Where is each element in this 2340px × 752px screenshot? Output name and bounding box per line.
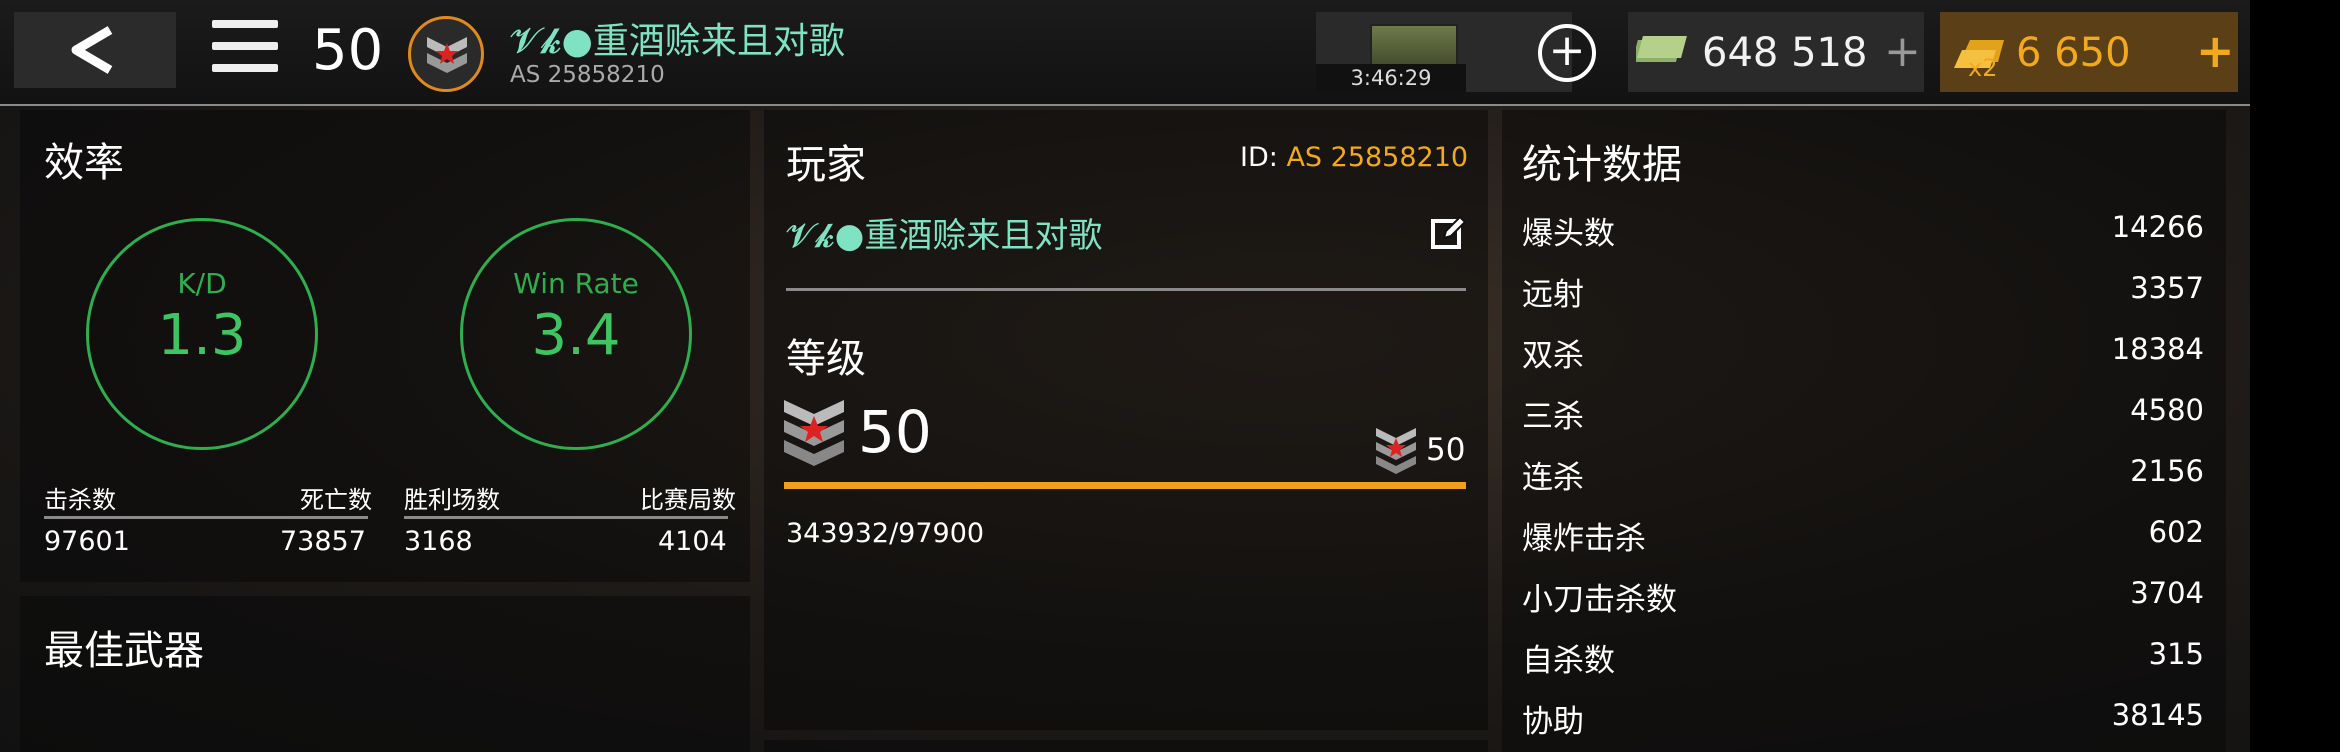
kd-value: 1.3 (157, 303, 247, 368)
stat-value: 602 (2148, 515, 2204, 549)
crate-timer: 3:46:29 (1316, 64, 1466, 92)
stat-row: 三杀 4580 (1522, 383, 2204, 444)
xp-text: 343932/97900 (786, 518, 985, 549)
player-level: 50 (312, 18, 384, 83)
stat-label: 连杀 (1522, 460, 1584, 496)
stat-row: 连杀 2156 (1522, 444, 2204, 505)
gold-widget[interactable]: x2 6 650 + (1940, 12, 2238, 92)
crate-widget[interactable]: 3:46:29 + (1316, 12, 1596, 92)
rank-badge-icon[interactable] (408, 16, 484, 92)
kills-value: 97601 (44, 526, 130, 557)
player-id-line: ID: AS 25858210 (1240, 142, 1468, 173)
stat-value: 4580 (2130, 393, 2204, 427)
efficiency-title: 效率 (44, 140, 124, 186)
winrate-value: 3.4 (531, 303, 621, 368)
stat-value: 315 (2148, 637, 2204, 671)
id-prefix: ID: (1240, 142, 1278, 173)
matches-value: 4104 (658, 526, 727, 557)
stat-row: 双杀 18384 (1522, 322, 2204, 383)
screen-edge (2250, 0, 2340, 752)
winrate-label: Win Rate (513, 267, 639, 300)
cash-widget[interactable]: 648 518 + (1628, 12, 1924, 92)
stat-label: 远射 (1522, 277, 1584, 313)
stat-value: 18384 (2111, 332, 2204, 366)
matches-label: 比赛局数 (640, 486, 736, 514)
rank-title: 等级 (786, 336, 866, 382)
level-progress-bar (784, 482, 1466, 489)
wins-label: 胜利场数 (404, 486, 500, 514)
stat-label: 自杀数 (1522, 643, 1615, 679)
kills-label: 击杀数 (44, 486, 116, 514)
back-button[interactable] (14, 12, 176, 88)
id-value: AS 25858210 (1286, 142, 1469, 173)
stat-row: 协助 38145 (1522, 688, 2204, 749)
cash-icon (1636, 36, 1687, 62)
stat-label: 爆炸击杀 (1522, 521, 1646, 557)
rank-insignia-icon (784, 400, 844, 466)
add-cash-button[interactable]: + (1884, 26, 1921, 77)
winrate-ring: Win Rate 3.4 (460, 218, 692, 450)
kd-label: K/D (177, 267, 227, 300)
player-title: 玩家 (786, 142, 866, 188)
gold-multiplier: x2 (1968, 54, 1998, 82)
stat-row: 爆头数 14266 (1522, 200, 2204, 261)
edit-icon[interactable] (1430, 214, 1466, 250)
gold-value: 6 650 (2016, 30, 2131, 76)
stat-label: 爆头数 (1522, 216, 1615, 252)
rank-level: 50 (858, 398, 932, 466)
player-id: AS 25858210 (510, 62, 665, 88)
stat-label: 协助 (1522, 704, 1584, 740)
stat-value: 38145 (2111, 698, 2204, 732)
cash-value: 648 518 (1702, 30, 1868, 76)
stats-title: 统计数据 (1522, 142, 1682, 188)
add-gold-button[interactable]: + (2196, 24, 2235, 78)
stat-value: 14266 (2111, 210, 2204, 244)
stat-row: 小刀击杀数 3704 (1522, 566, 2204, 627)
player-name-field: 𝓥𝓴●重酒赊来且对歌 (786, 216, 1103, 256)
stat-label: 双杀 (1522, 338, 1584, 374)
next-rank-icon (1376, 428, 1416, 474)
stat-value: 3357 (2130, 271, 2204, 305)
lower-panel (764, 740, 1488, 752)
divider (786, 288, 1466, 291)
stat-label: 小刀击杀数 (1522, 582, 1677, 618)
stat-row: 爆炸击杀 602 (1522, 505, 2204, 566)
stat-value: 2156 (2130, 454, 2204, 488)
best-weapon-title: 最佳武器 (44, 628, 204, 674)
stat-row: 自杀数 315 (1522, 627, 2204, 688)
deaths-label: 死亡数 (300, 486, 372, 514)
stat-value: 3704 (2130, 576, 2204, 610)
menu-icon[interactable] (212, 20, 278, 82)
stat-label: 三杀 (1522, 399, 1584, 435)
add-crate-button[interactable]: + (1538, 24, 1596, 82)
deaths-value: 73857 (280, 526, 366, 557)
stat-row: 远射 3357 (1522, 261, 2204, 322)
player-name: 𝓥𝓴●重酒赊来且对歌 (510, 21, 845, 62)
divider (404, 516, 728, 519)
next-rank-level: 50 (1426, 432, 1466, 468)
divider (44, 516, 368, 519)
top-bar: 50 𝓥𝓴●重酒赊来且对歌 AS 25858210 3:46:29 + 648 … (0, 0, 2250, 106)
chevron-left-icon (71, 26, 113, 74)
kd-ring: K/D 1.3 (86, 218, 318, 450)
wins-value: 3168 (404, 526, 473, 557)
